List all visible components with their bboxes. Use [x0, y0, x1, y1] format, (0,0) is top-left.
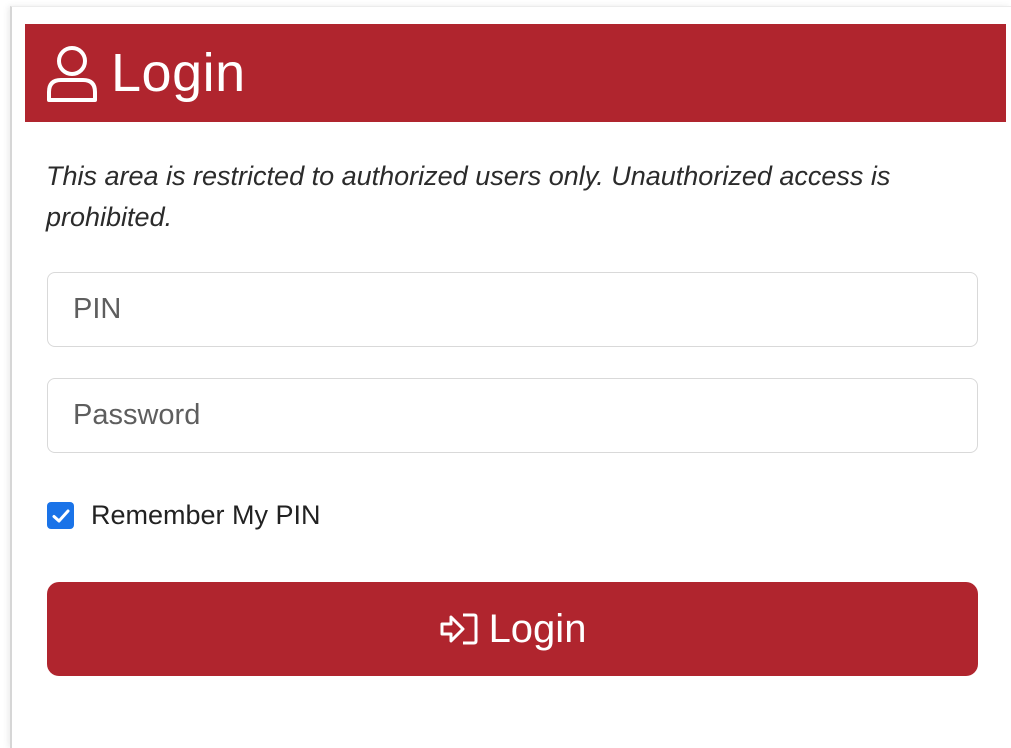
login-page: Login This area is restricted to authori… [0, 0, 1011, 748]
sign-in-icon [439, 612, 479, 646]
pin-input[interactable] [47, 272, 978, 347]
login-header: Login [25, 24, 1006, 122]
login-button[interactable]: Login [47, 582, 978, 676]
remember-pin-checkbox[interactable] [47, 502, 74, 529]
restricted-access-notice: This area is restricted to authorized us… [46, 161, 891, 232]
remember-pin-label: Remember My PIN [91, 500, 321, 530]
login-button-label: Login [488, 606, 587, 651]
page-title: Login [111, 43, 246, 103]
checkmark-icon [52, 509, 69, 522]
password-input[interactable] [47, 378, 978, 453]
remember-pin-option[interactable]: Remember My PIN [47, 500, 321, 531]
user-icon [45, 44, 99, 102]
